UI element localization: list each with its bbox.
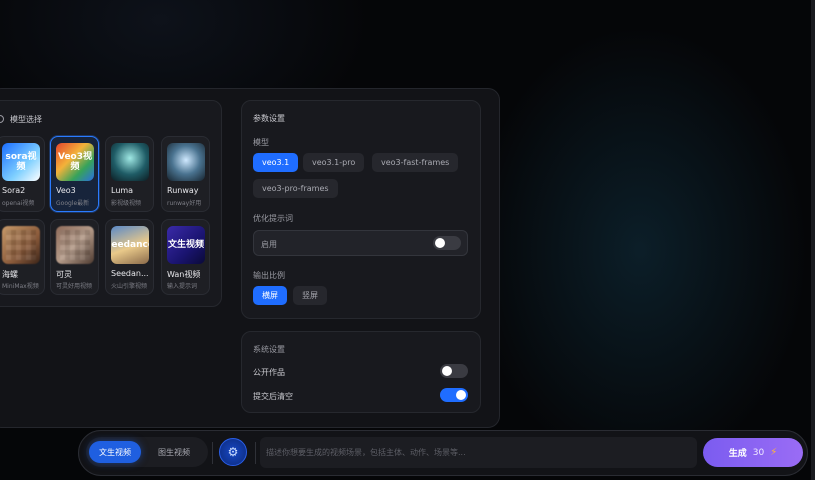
- model-label: 模型: [253, 138, 269, 147]
- model-tile-hailuo[interactable]: 海螺 MiniMax视频: [0, 219, 45, 295]
- model-tile-luma[interactable]: Luma 影视级视频: [105, 136, 154, 212]
- public-label: 公开作品: [253, 368, 285, 377]
- optimize-toggle[interactable]: [433, 236, 461, 250]
- lightning-icon: ⚡: [770, 447, 778, 458]
- model-name: Wan视频: [167, 270, 201, 279]
- model-tile-keling[interactable]: 可灵 可灵好用视频: [50, 219, 99, 295]
- model-name: Sora2: [2, 186, 26, 195]
- model-icon: [0, 115, 4, 123]
- model-name: Runway: [167, 186, 199, 195]
- model-selection-header: 模型选择: [0, 112, 42, 126]
- public-toggle[interactable]: [440, 364, 468, 378]
- params-title: 参数设置: [253, 114, 285, 123]
- clear-label: 提交后清空: [253, 392, 293, 401]
- model-desc: 输入提示词: [167, 283, 198, 290]
- generate-cost: 30: [752, 447, 765, 458]
- toggle-knob: [435, 238, 445, 248]
- model-tile-veo3[interactable]: Veo3视频 Veo3 Google最新: [50, 136, 99, 212]
- ratio-label: 输出比例: [253, 271, 285, 280]
- veo3-thumbnail: Veo3视频: [56, 143, 94, 181]
- model-desc: 火山引擎视频: [111, 283, 148, 290]
- model-option-veo3-1[interactable]: veo3.1: [253, 153, 299, 172]
- model-desc: MiniMax视频: [2, 283, 39, 290]
- model-option-veo3-1-pro[interactable]: veo3.1-pro: [303, 153, 365, 172]
- gear-icon: ⚙: [227, 445, 239, 459]
- toggle-knob: [442, 366, 452, 376]
- model-option-veo3-pro-frames[interactable]: veo3-pro-frames: [253, 179, 338, 198]
- keling-thumbnail: [56, 226, 94, 264]
- settings-button[interactable]: ⚙: [219, 438, 247, 466]
- model-name: 可灵: [56, 270, 72, 279]
- scrollbar[interactable]: [811, 0, 815, 480]
- optimize-label: 优化提示词: [253, 214, 293, 223]
- model-desc: 影视级视频: [111, 200, 142, 207]
- model-desc: Google最新: [56, 200, 90, 207]
- model-tile-wan[interactable]: 文生视频 Wan视频 输入提示词: [161, 219, 210, 295]
- seedance-thumbnail: seedance: [111, 226, 149, 264]
- prompt-input[interactable]: [260, 437, 697, 468]
- clear-toggle[interactable]: [440, 388, 468, 402]
- generate-label: 生成: [728, 449, 747, 459]
- toggle-knob: [456, 390, 466, 400]
- model-name: Seedan...: [111, 269, 149, 278]
- model-desc: openai视频: [2, 200, 35, 207]
- wan-thumbnail: 文生视频: [167, 226, 205, 264]
- divider: [255, 442, 256, 464]
- model-name: 海螺: [2, 270, 18, 279]
- hailuo-thumbnail: [2, 226, 40, 264]
- mode-text-to-video[interactable]: 文生视频: [89, 441, 141, 463]
- runway-thumbnail: [167, 143, 205, 181]
- system-title: 系统设置: [253, 345, 285, 354]
- model-desc: runway好用: [167, 200, 202, 207]
- generate-button[interactable]: 生成 30 ⚡: [703, 438, 803, 467]
- model-name: Luma: [111, 186, 134, 195]
- optimize-field-text: 启用: [261, 240, 277, 249]
- model-option-veo3-fast-frames[interactable]: veo3-fast-frames: [372, 153, 459, 172]
- model-selection-title: 模型选择: [10, 114, 42, 124]
- ratio-portrait[interactable]: 竖屏: [293, 286, 327, 305]
- divider: [212, 442, 213, 464]
- luma-thumbnail: [111, 143, 149, 181]
- sora2-thumbnail: sora视频: [2, 143, 40, 181]
- model-name: Veo3: [56, 186, 76, 195]
- model-tile-seedance[interactable]: seedance Seedan... 火山引擎视频: [105, 219, 154, 295]
- ratio-landscape[interactable]: 横屏: [253, 286, 287, 305]
- mode-image-to-video[interactable]: 图生视频: [148, 441, 200, 463]
- model-tile-sora2[interactable]: sora视频 Sora2 openai视频: [0, 136, 45, 212]
- model-desc: 可灵好用视频: [56, 283, 93, 290]
- model-tile-runway[interactable]: Runway runway好用: [161, 136, 210, 212]
